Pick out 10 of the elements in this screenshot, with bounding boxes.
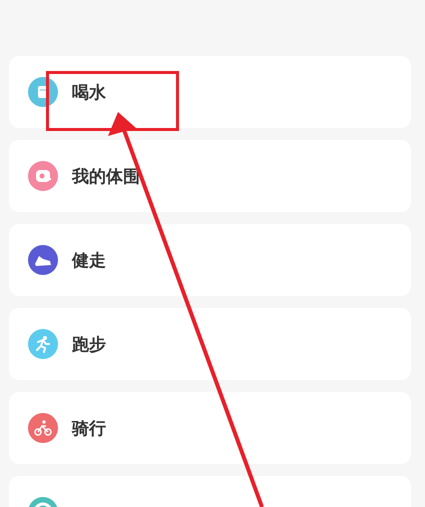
tool-label: 跑步 — [72, 334, 106, 356]
tool-card[interactable]: 我的体围 — [9, 140, 411, 212]
tool-card[interactable]: 健走 — [9, 224, 411, 296]
tool-label: 健走 — [72, 250, 106, 272]
tool-label: 骑行 — [72, 418, 106, 440]
tool-label: 我的体围 — [72, 166, 140, 188]
tool-card[interactable]: 喝水 — [9, 56, 411, 128]
tool-card[interactable]: 跑步 — [9, 308, 411, 380]
tool-label: 喝水 — [72, 82, 106, 104]
tool-card[interactable]: 骑行 — [9, 392, 411, 464]
